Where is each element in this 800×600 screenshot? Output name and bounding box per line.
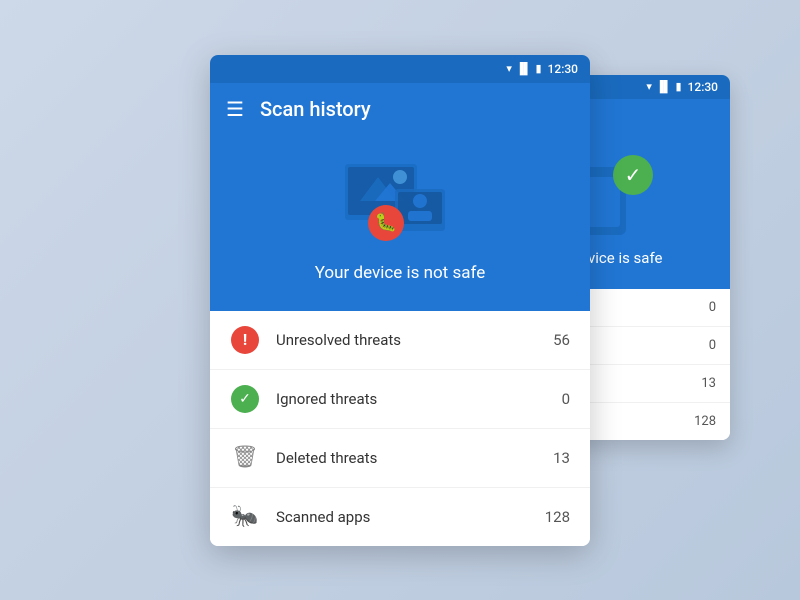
trash-icon: 🗑	[231, 445, 259, 470]
main-app-bar-title: Scan history	[260, 97, 371, 121]
unresolved-icon-container: !	[230, 325, 260, 355]
main-time: 12:30	[548, 62, 578, 76]
deleted-label: Deleted threats	[276, 449, 537, 467]
back-count-unresolved: 0	[709, 300, 716, 315]
ignored-icon-container: ✓	[230, 384, 260, 414]
exclamation-icon: !	[231, 326, 259, 354]
deleted-count: 13	[553, 449, 570, 467]
main-hero: 🐛 Your device is not safe	[210, 135, 590, 311]
main-signal-icon: ▐▌	[516, 62, 532, 75]
main-status-icons: ▾ ▐▌ ▮	[506, 62, 541, 75]
phone-wrapper: ▾ ▐▌ ▮ 12:30 can history ✓ Your device i…	[210, 55, 590, 546]
threat-badge: 🐛	[368, 205, 404, 241]
main-hero-text: Your device is not safe	[315, 263, 485, 283]
back-wifi-icon: ▾	[646, 80, 652, 93]
ignored-count: 0	[562, 390, 570, 408]
back-signal-icon: ▐▌	[656, 80, 672, 93]
scanned-label: Scanned apps	[276, 508, 529, 526]
scanned-icon-container: 🐜	[230, 502, 260, 532]
ignored-label: Ignored threats	[276, 390, 546, 408]
back-count-deleted: 13	[701, 376, 716, 391]
main-battery-icon: ▮	[535, 62, 541, 75]
back-time: 12:30	[688, 80, 718, 94]
unresolved-label: Unresolved threats	[276, 331, 537, 349]
unresolved-count: 56	[553, 331, 570, 349]
deleted-icon-container: 🗑	[230, 443, 260, 473]
list-item-deleted[interactable]: 🗑 Deleted threats 13	[210, 429, 590, 488]
back-status-icons: ▾ ▐▌ ▮	[646, 80, 681, 93]
bug-scanned-icon: 🐜	[231, 504, 258, 529]
main-device-illustration: 🐛	[340, 159, 460, 249]
back-battery-icon: ▮	[675, 80, 681, 93]
back-count-scanned: 128	[694, 414, 716, 429]
back-count-ignored: 0	[709, 338, 716, 353]
phone-main: ▾ ▐▌ ▮ 12:30 ☰ Scan history	[210, 55, 590, 546]
list-item-unresolved[interactable]: ! Unresolved threats 56	[210, 311, 590, 370]
main-status-bar: ▾ ▐▌ ▮ 12:30	[210, 55, 590, 83]
device-svg	[340, 159, 460, 249]
list-item-ignored[interactable]: ✓ Ignored threats 0	[210, 370, 590, 429]
check-icon: ✓	[231, 385, 259, 413]
bug-icon: 🐛	[375, 212, 397, 233]
hamburger-icon[interactable]: ☰	[226, 97, 244, 121]
main-list-section: ! Unresolved threats 56 ✓ Ignored threat…	[210, 311, 590, 546]
main-app-bar: ☰ Scan history	[210, 83, 590, 135]
main-wifi-icon: ▾	[506, 62, 512, 75]
list-item-scanned[interactable]: 🐜 Scanned apps 128	[210, 488, 590, 546]
scanned-count: 128	[545, 508, 570, 526]
back-safe-badge: ✓	[613, 155, 653, 195]
